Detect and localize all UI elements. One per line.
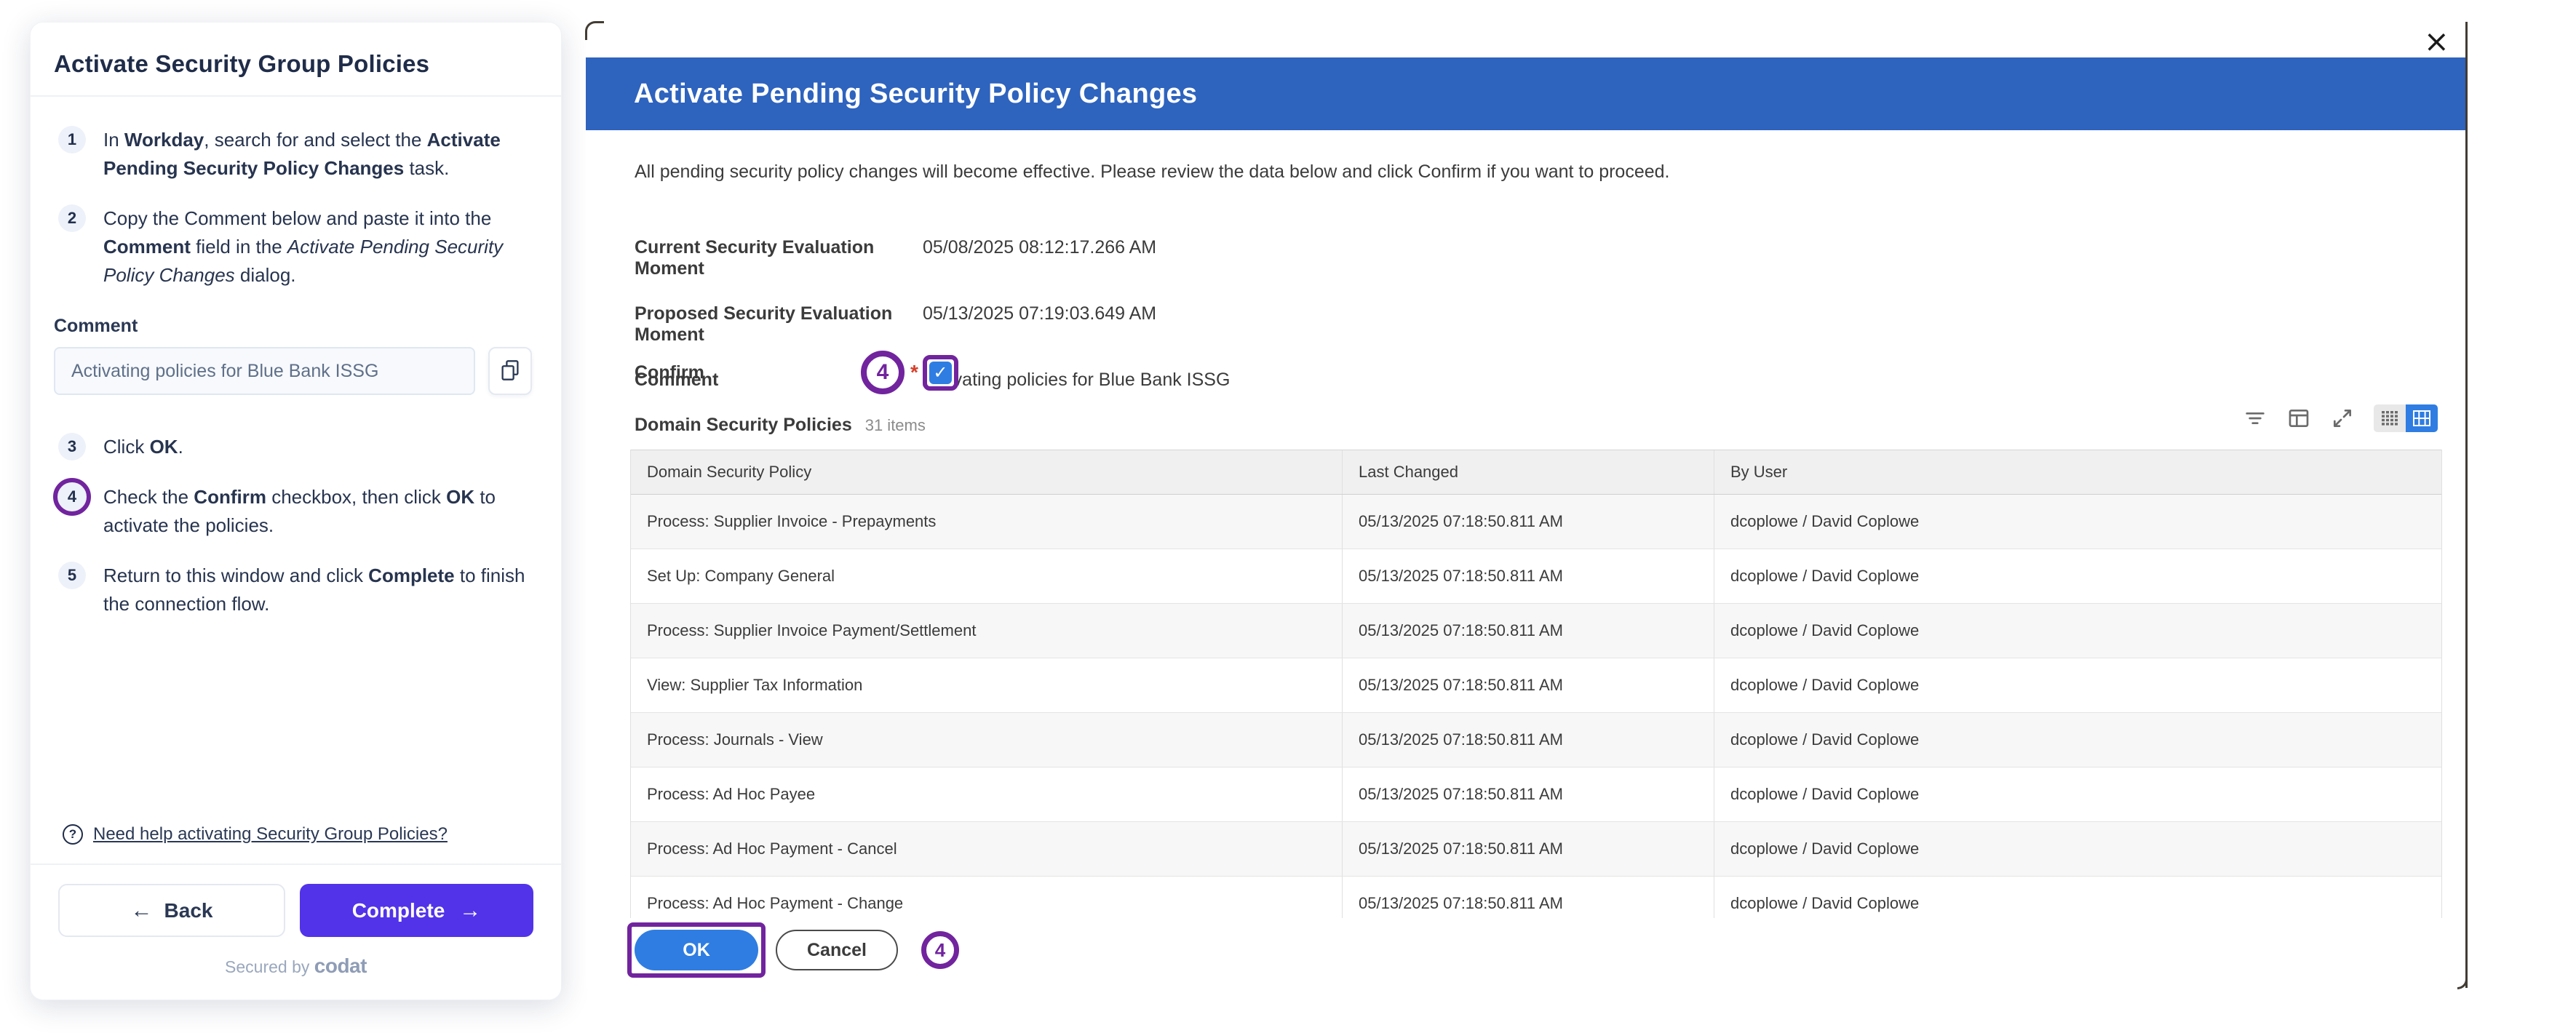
ok-button[interactable]: OK <box>635 930 758 970</box>
copy-button[interactable] <box>488 347 532 395</box>
step-5: 5 Return to this window and click Comple… <box>51 562 541 618</box>
confirm-checkbox[interactable]: ✓ <box>929 362 952 384</box>
grid-expanded-view-button[interactable] <box>2406 404 2438 432</box>
confirm-checkbox-highlight: ✓ <box>923 355 958 391</box>
footer-buttons: ← Back Complete → <box>31 864 561 937</box>
grid-item-count: 31 items <box>865 416 926 435</box>
table-row: Set Up: Company General 05/13/2025 07:18… <box>631 549 2441 604</box>
table-row: Process: Supplier Invoice - Prepayments … <box>631 495 2441 549</box>
grid-title: Domain Security Policies <box>635 415 852 436</box>
column-header-by-user: By User <box>1714 450 2442 494</box>
annotation-badge-4: 4 <box>861 351 905 394</box>
column-header-last-changed: Last Changed <box>1343 450 1714 494</box>
freeze-columns-icon[interactable] <box>2286 406 2311 431</box>
table-row: Process: Ad Hoc Payee 05/13/2025 07:18:5… <box>631 767 2441 822</box>
guide-panel: Activate Security Group Policies 1 In Wo… <box>30 22 562 1000</box>
steps-list: 1 In Workday, search for and select the … <box>31 97 561 311</box>
column-header-policy: Domain Security Policy <box>631 450 1343 494</box>
step-1: 1 In Workday, search for and select the … <box>51 126 541 183</box>
window-corner-top-left <box>585 21 604 40</box>
comment-input[interactable] <box>54 347 475 395</box>
step-3: 3 Click OK. <box>51 433 541 461</box>
field-proposed-moment: Proposed Security Evaluation Moment 05/1… <box>635 303 1230 346</box>
filter-icon[interactable] <box>2243 406 2267 431</box>
expand-grid-icon[interactable] <box>2330 406 2355 431</box>
close-icon[interactable]: × <box>2424 26 2449 57</box>
step-1-badge: 1 <box>58 126 86 153</box>
step-3-text: Click OK. <box>103 433 540 461</box>
grid-toolbar <box>2243 404 2438 432</box>
step-2: 2 Copy the Comment below and paste it in… <box>51 204 541 290</box>
confirm-row: Confirm 4 * ✓ <box>635 347 958 398</box>
annotation-badge-4: 4 <box>921 931 959 969</box>
table-row: Process: Ad Hoc Payment - Change 05/13/2… <box>631 877 2441 918</box>
secured-by: Secured by codat <box>31 937 561 1000</box>
dialog-title: Activate Pending Security Policy Changes <box>634 79 1197 110</box>
table-row: View: Supplier Tax Information 05/13/202… <box>631 658 2441 713</box>
dialog-header: Activate Pending Security Policy Changes <box>586 57 2465 130</box>
help-link[interactable]: Need help activating Security Group Poli… <box>93 824 448 845</box>
step-3-badge: 3 <box>58 433 86 460</box>
workday-dialog-window: × Activate Pending Security Policy Chang… <box>586 22 2468 988</box>
back-button[interactable]: ← Back <box>58 884 285 937</box>
table-row: Process: Journals - View 05/13/2025 07:1… <box>631 713 2441 767</box>
domain-security-policies-table: Domain Security Policy Last Changed By U… <box>630 450 2442 918</box>
help-row: ? Need help activating Security Group Po… <box>63 824 561 845</box>
step-2-text: Copy the Comment below and paste it into… <box>103 204 540 290</box>
table-row: Process: Ad Hoc Payment - Cancel 05/13/2… <box>631 822 2441 877</box>
grid-view-toggle <box>2374 404 2438 432</box>
required-asterisk: * <box>910 361 918 384</box>
step-4-badge-highlighted: 4 <box>53 478 91 516</box>
table-header-row: Domain Security Policy Last Changed By U… <box>631 450 2441 495</box>
forward-arrow-icon: → <box>459 900 481 922</box>
copy-icon <box>500 359 520 383</box>
complete-button[interactable]: Complete → <box>300 884 533 937</box>
dialog-intro: All pending security policy changes will… <box>635 161 1670 183</box>
comment-row <box>54 347 532 395</box>
back-arrow-icon: ← <box>131 900 153 922</box>
table-row: Process: Supplier Invoice Payment/Settle… <box>631 604 2441 658</box>
steps-list-2: 3 Click OK. 4 Check the Confirm checkbox… <box>31 427 561 640</box>
window-corner-bottom-right <box>2457 979 2468 989</box>
confirm-label: Confirm <box>635 362 861 383</box>
step-1-text: In Workday, search for and select the Ac… <box>103 126 540 183</box>
dialog-buttons: OK Cancel 4 <box>627 922 959 978</box>
check-icon: ✓ <box>933 362 947 383</box>
grid-title-row: Domain Security Policies 31 items <box>635 415 926 436</box>
grid-compact-view-button[interactable] <box>2374 404 2406 432</box>
ok-button-highlight: OK <box>627 922 766 978</box>
guide-title: Activate Security Group Policies <box>54 50 538 78</box>
step-5-badge: 5 <box>58 562 86 589</box>
step-2-badge: 2 <box>58 204 86 232</box>
comment-label: Comment <box>54 316 538 337</box>
help-icon: ? <box>63 824 83 845</box>
cancel-button[interactable]: Cancel <box>776 930 898 970</box>
step-4: 4 Check the Confirm checkbox, then click… <box>51 483 541 540</box>
guide-footer: ? Need help activating Security Group Po… <box>31 824 561 1000</box>
step-5-text: Return to this window and click Complete… <box>103 562 540 618</box>
step-4-text: Check the Confirm checkbox, then click O… <box>103 483 540 540</box>
codat-logo: codat <box>314 954 367 977</box>
field-current-moment: Current Security Evaluation Moment 05/08… <box>635 237 1230 279</box>
